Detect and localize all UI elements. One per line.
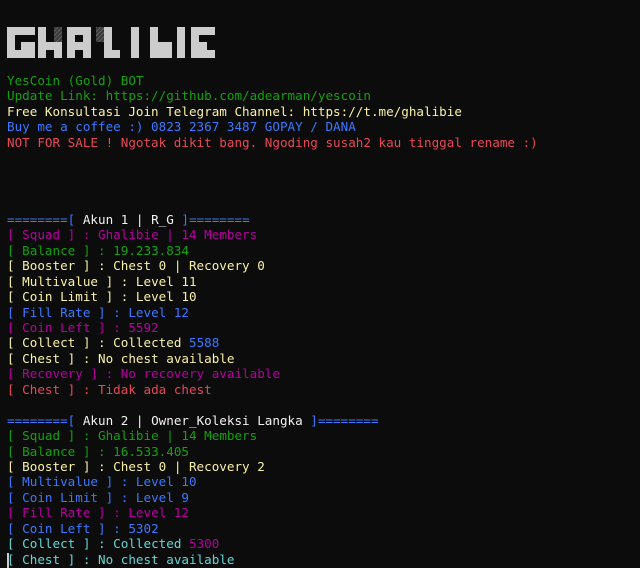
account-1-fill-rate: [ Fill Rate ] : Level 12 xyxy=(7,304,189,320)
terminal-window[interactable]: YesCoin (Gold) BOT Update Link: https://… xyxy=(0,0,640,568)
account-2-header: ========[ Akun 2 | Owner_Koleksi Langka … xyxy=(7,412,379,428)
account-2-coin-limit: [ Coin Limit ] : Level 9 xyxy=(7,489,189,505)
account-1-chest-status: [ Chest ] : Tidak ada chest xyxy=(7,381,212,397)
account-1-balance: [ Balance ] : 19.233.834 xyxy=(7,242,189,258)
account-2-booster: [ Booster ] : Chest 0 | Recovery 2 xyxy=(7,458,265,474)
account-1-header: ========[ Akun 1 | R_G ]======== xyxy=(7,211,250,227)
account-1-coin-limit: [ Coin Limit ] : Level 10 xyxy=(7,289,197,305)
account-2-fill-rate: [ Fill Rate ] : Level 12 xyxy=(7,505,189,521)
account-1-collect: [ Collect ] : Collected 5588 xyxy=(7,335,220,351)
coffee-line: Buy me a coffee :) 0823 2367 3487 GOPAY … xyxy=(7,119,356,135)
warning-line: NOT FOR SALE ! Ngotak dikit bang. Ngodin… xyxy=(7,134,538,150)
logo-letter-l xyxy=(96,27,120,58)
account-2-balance: [ Balance ] : 16.533.405 xyxy=(7,443,189,459)
account-2-chest: [ Chest ] : No chest available xyxy=(7,551,235,567)
logo-letter-e xyxy=(191,27,215,58)
account-2-collect: [ Collect ] : Collected 5300 xyxy=(7,536,220,552)
logo-letter-i xyxy=(131,27,139,58)
logo-letter-b xyxy=(150,27,172,58)
telegram-line: Free Konsultasi Join Telegram Channel: h… xyxy=(7,103,462,119)
logo-letter-g xyxy=(7,27,35,58)
account-1-squad: [ Squad ] : Ghalibie | 14 Members xyxy=(7,227,258,243)
update-link: Update Link: https://github.com/adearman… xyxy=(7,88,371,104)
account-1-recovery: [ Recovery ] : No recovery available xyxy=(7,366,280,382)
bot-title: YesCoin (Gold) BOT xyxy=(7,73,144,88)
logo-letter-a xyxy=(67,27,91,58)
account-2-coin-left: [ Coin Left ] : 5302 xyxy=(7,520,159,536)
account-1-coin-left: [ Coin Left ] : 5592 xyxy=(7,320,159,335)
account-1-booster: [ Booster ] : Chest 0 | Recovery 0 xyxy=(7,258,265,274)
logo-letter-i2 xyxy=(177,27,185,58)
logo-letter-h xyxy=(38,27,62,58)
terminal-output: YesCoin (Gold) BOT Update Link: https://… xyxy=(7,73,538,567)
text-cursor xyxy=(7,553,9,568)
account-2-squad: [ Squad ] : Ghalibie | 14 Members xyxy=(7,428,258,444)
account-1-chest: [ Chest ] : No chest available xyxy=(7,350,235,366)
account-1-multivalue: [ Multivalue ] : Level 11 xyxy=(7,273,197,289)
account-2-multivalue: [ Multivalue ] : Level 10 xyxy=(7,474,197,490)
ascii-logo xyxy=(7,27,215,58)
